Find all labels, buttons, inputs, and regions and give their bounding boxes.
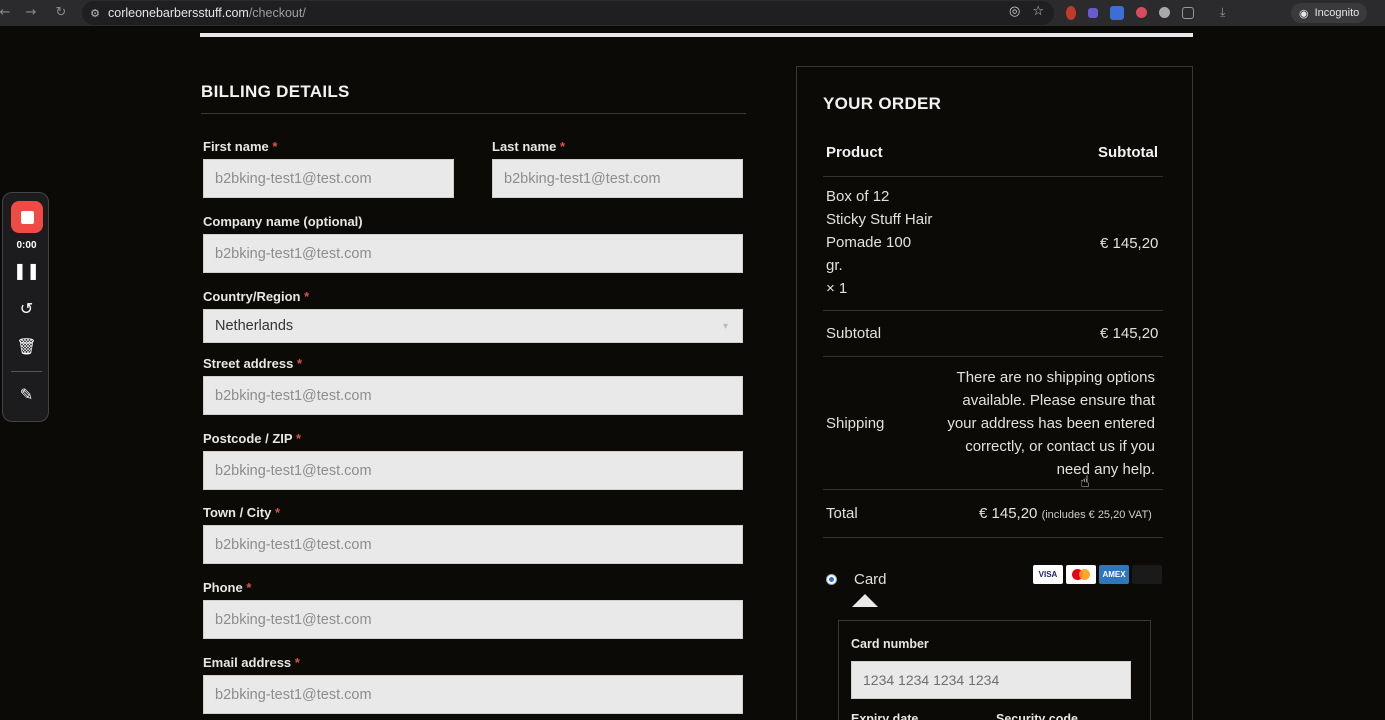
incognito-icon: ◉ xyxy=(1299,6,1309,20)
city-label: Town / City * xyxy=(203,505,281,520)
bookmark-star-icon[interactable]: ☆ xyxy=(1032,4,1044,19)
incognito-badge[interactable]: ◉ Incognito xyxy=(1291,3,1368,23)
extensions-puzzle-icon[interactable] xyxy=(1182,6,1194,19)
browser-toolbar: ← → ↻ ⚙ corleonebarbersstuff.com/checkou… xyxy=(0,0,1385,26)
restart-icon[interactable]: ↺ xyxy=(3,299,50,318)
order-divider xyxy=(823,489,1163,490)
vat-note: (includes € 25,20 VAT) xyxy=(1041,509,1152,521)
extension-flower-icon[interactable] xyxy=(1136,7,1147,18)
billing-divider xyxy=(201,113,746,114)
order-title: YOUR ORDER xyxy=(823,94,942,113)
stop-recording-button[interactable] xyxy=(11,201,43,233)
order-divider xyxy=(823,176,1163,177)
extension-pen-icon[interactable] xyxy=(1088,7,1098,18)
card-brands: VISA AMEX xyxy=(1033,565,1162,584)
total-label: Total xyxy=(826,505,858,522)
first-name-input[interactable]: b2bking-test1@test.com xyxy=(203,159,454,198)
order-divider xyxy=(823,537,1163,538)
draw-pen-icon[interactable]: ✎ xyxy=(3,385,50,404)
country-label: Country/Region * xyxy=(203,289,310,304)
product-quantity: × 1 xyxy=(826,280,848,297)
extension-badge-icon[interactable] xyxy=(1110,5,1124,20)
site-settings-icon[interactable]: ⚙ xyxy=(82,7,108,20)
subtotal-column-header: Subtotal xyxy=(1098,144,1158,161)
card-number-input[interactable]: 1234 1234 1234 1234 xyxy=(851,661,1131,699)
security-code-label: Security code xyxy=(996,712,1078,720)
billing-title: BILLING DETAILS xyxy=(201,82,350,101)
top-divider xyxy=(200,33,1193,37)
mastercard-icon xyxy=(1066,565,1096,584)
card-method-label[interactable]: Card xyxy=(854,571,887,588)
product-price: € 145,20 xyxy=(1100,235,1159,252)
order-divider xyxy=(823,356,1163,357)
phone-label: Phone * xyxy=(203,580,252,595)
forward-icon[interactable]: → xyxy=(20,5,42,20)
pause-icon[interactable]: ❚❚ xyxy=(3,261,50,280)
shipping-label: Shipping xyxy=(826,415,885,432)
product-name: Box of 12 Sticky Stuff Hair Pomade 100 g… xyxy=(826,185,946,300)
order-divider xyxy=(823,310,1163,311)
city-input[interactable]: b2bking-test1@test.com xyxy=(203,525,743,564)
visa-icon: VISA xyxy=(1033,565,1063,584)
street-label: Street address * xyxy=(203,356,303,371)
back-icon[interactable]: ← xyxy=(0,5,16,20)
extension-shield-icon[interactable] xyxy=(1159,7,1170,18)
stop-icon xyxy=(20,210,34,224)
postcode-label: Postcode / ZIP * xyxy=(203,431,302,446)
total-value: € 145,20 (includes € 25,20 VAT) xyxy=(979,505,1152,522)
shipping-message: There are no shipping options available.… xyxy=(947,369,1155,478)
trash-icon[interactable]: 🗑 xyxy=(3,337,50,356)
amex-icon: AMEX xyxy=(1099,565,1129,584)
email-input[interactable]: b2bking-test1@test.com xyxy=(203,675,743,714)
extension-red-icon[interactable] xyxy=(1066,5,1076,20)
address-bar[interactable]: ⚙ corleonebarbersstuff.com/checkout/ ◎ ☆ xyxy=(82,1,1054,25)
postcode-input[interactable]: b2bking-test1@test.com xyxy=(203,451,743,490)
hand-pointer-icon: ☝ xyxy=(1080,472,1090,491)
product-column-header: Product xyxy=(826,144,883,161)
street-input[interactable]: b2bking-test1@test.com xyxy=(203,376,743,415)
panel-pointer xyxy=(852,594,878,607)
email-label: Email address * xyxy=(203,655,300,670)
last-name-input[interactable]: b2bking-test1@test.com xyxy=(492,159,743,198)
screen-recorder-panel: 0:00 ❚❚ ↺ 🗑 ✎ xyxy=(2,192,49,422)
card-number-label: Card number xyxy=(851,637,929,651)
card-radio[interactable] xyxy=(826,574,837,585)
url-text: corleonebarbersstuff.com/checkout/ xyxy=(108,6,306,20)
company-input[interactable]: b2bking-test1@test.com xyxy=(203,234,743,273)
subtotal-value: € 145,20 xyxy=(1100,325,1159,342)
subtotal-label: Subtotal xyxy=(826,325,882,342)
card-brand-icon xyxy=(1132,565,1162,584)
expiry-label: Expiry date xyxy=(851,712,919,720)
phone-input[interactable]: b2bking-test1@test.com xyxy=(203,600,743,639)
chevron-down-icon: ▾ xyxy=(722,320,728,332)
first-name-label: First name * xyxy=(203,139,278,154)
country-select[interactable]: Netherlands ▾ xyxy=(203,309,743,343)
eye-off-icon[interactable]: ◎ xyxy=(1009,4,1020,19)
last-name-label: Last name * xyxy=(492,139,565,154)
recording-timer: 0:00 xyxy=(16,240,37,251)
recorder-divider xyxy=(11,371,42,372)
reload-icon[interactable]: ↻ xyxy=(50,5,72,20)
download-icon[interactable]: ⤓ xyxy=(1220,5,1225,20)
company-label: Company name (optional) xyxy=(203,214,363,229)
